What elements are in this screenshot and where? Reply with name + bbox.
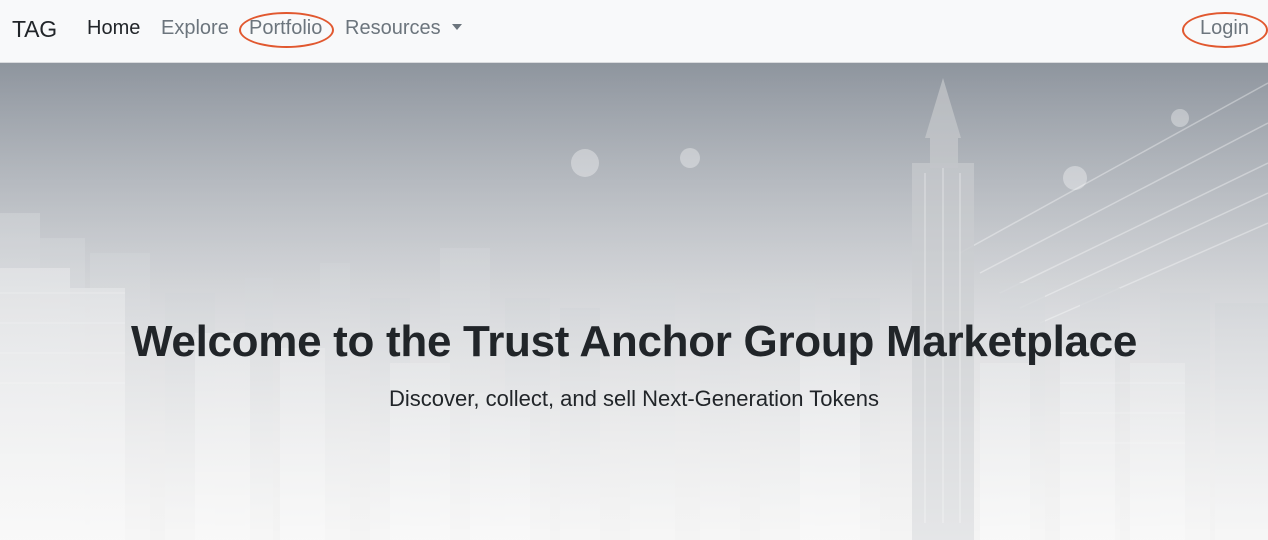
caret-down-icon [451, 24, 462, 30]
brand-logo[interactable]: TAG [12, 16, 57, 43]
nav-resources-dropdown[interactable]: Resources [345, 17, 462, 40]
nav-home-link[interactable]: Home [87, 17, 140, 40]
nav-portfolio-link[interactable]: Portfolio [249, 17, 322, 40]
login-link[interactable]: Login [1200, 17, 1249, 40]
nav-resources-label: Resources [345, 17, 441, 39]
hero-banner: Welcome to the Trust Anchor Group Market… [0, 63, 1268, 540]
nav-explore-link[interactable]: Explore [161, 17, 229, 40]
hero-title: Welcome to the Trust Anchor Group Market… [130, 317, 1138, 366]
top-navbar: TAG Home Explore Portfolio Resources Log… [0, 0, 1268, 63]
hero-subtitle: Discover, collect, and sell Next-Generat… [389, 386, 879, 411]
city-skyline-background [0, 63, 1268, 540]
